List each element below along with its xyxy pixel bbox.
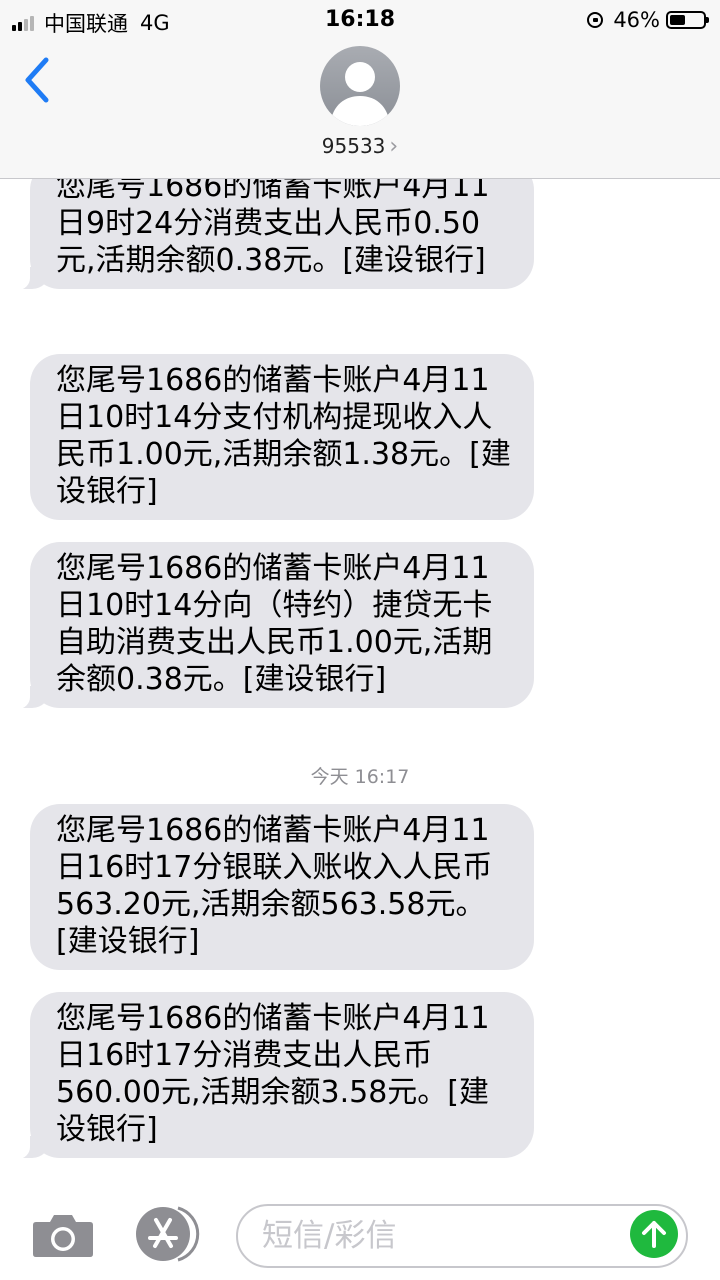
camera-icon[interactable]	[32, 1212, 94, 1258]
message-bubble[interactable]: 您尾号1686的储蓄卡账户4月11日16时17分银联入账收入人民币563.20元…	[30, 804, 534, 970]
message-bubble[interactable]: 您尾号1686的储蓄卡账户4月11日9时24分消费支出人民币0.50元,活期余额…	[8, 178, 534, 290]
contact-name-button[interactable]: 95533 ›	[0, 134, 720, 159]
message-timestamp: 今天 16:17	[310, 766, 410, 788]
app-store-icon[interactable]	[134, 1206, 202, 1262]
arrow-up-icon	[642, 1221, 666, 1248]
message-bubble[interactable]: 您尾号1686的储蓄卡账户4月11日10时14分支付机构提现收入人民币1.00元…	[30, 354, 534, 520]
conversation-header: 95533 ›	[0, 40, 720, 179]
status-right: 46%	[587, 8, 709, 32]
battery-percent: 46%	[613, 8, 660, 32]
message-list[interactable]: 您尾号1686的储蓄卡账户4月11日9时24分消费支出人民币0.50元,活期余额…	[0, 178, 720, 1188]
chevron-right-icon: ›	[389, 134, 399, 159]
person-silhouette-icon	[330, 62, 390, 126]
status-bar: 中国联通 4G 16:18 46%	[0, 0, 720, 40]
battery-icon	[666, 11, 709, 29]
contact-avatar[interactable]	[320, 46, 400, 126]
contact-number: 95533	[321, 134, 386, 158]
send-button[interactable]	[630, 1210, 678, 1258]
rotation-lock-icon	[587, 12, 604, 28]
input-bar: 短信/彩信	[0, 1192, 720, 1280]
message-bubble[interactable]: 您尾号1686的储蓄卡账户4月11日10时14分向（特约）捷贷无卡自助消费支出人…	[8, 542, 534, 709]
chevron-left-icon[interactable]	[20, 52, 56, 108]
message-bubble[interactable]: 您尾号1686的储蓄卡账户4月11日16时17分消费支出人民币560.00元,活…	[8, 992, 534, 1159]
message-input[interactable]: 短信/彩信	[236, 1204, 688, 1268]
